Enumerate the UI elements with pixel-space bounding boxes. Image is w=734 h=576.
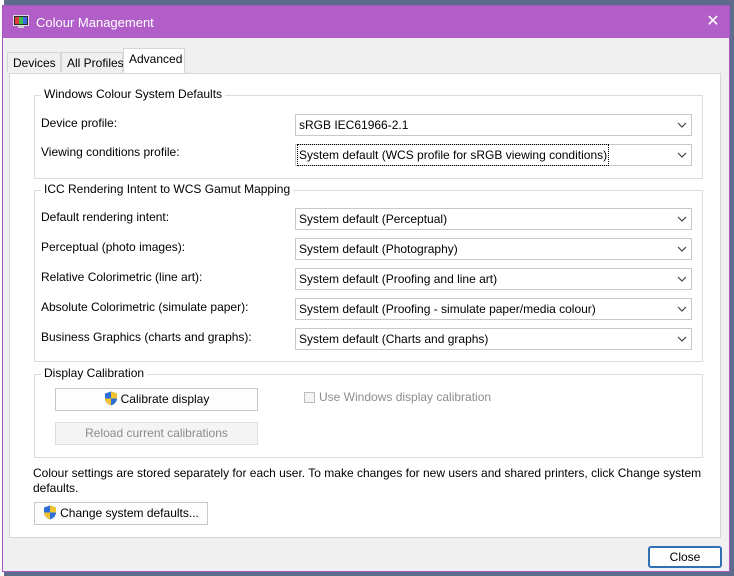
calibrate-display-label: Calibrate display xyxy=(120,392,210,406)
checkbox-box[interactable] xyxy=(304,392,315,403)
viewing-conditions-dropdown[interactable]: System default (WCS profile for sRGB vie… xyxy=(295,144,692,166)
colour-management-dialog: Colour Management ✕ Devices All Profiles… xyxy=(2,5,730,572)
window-title: Colour Management xyxy=(36,15,154,30)
chevron-down-icon xyxy=(677,216,687,222)
use-windows-calibration-checkbox[interactable]: Use Windows display calibration xyxy=(304,390,491,404)
advanced-tab-panel: Windows Colour System Defaults Device pr… xyxy=(9,73,721,538)
device-profile-label: Device profile: xyxy=(41,116,118,130)
close-icon[interactable]: ✕ xyxy=(703,12,723,32)
perceptual-value: System default (Photography) xyxy=(299,242,458,256)
change-system-defaults-label: Change system defaults... xyxy=(60,506,199,520)
chevron-down-icon xyxy=(677,246,687,252)
default-rendering-intent-dropdown[interactable]: System default (Perceptual) xyxy=(295,208,692,230)
title-bar[interactable]: Colour Management ✕ xyxy=(3,6,729,38)
chevron-down-icon xyxy=(677,276,687,282)
relative-colorimetric-label: Relative Colorimetric (line art): xyxy=(41,270,203,284)
chevron-down-icon xyxy=(677,336,687,342)
dialog-client-area: Devices All Profiles Advanced Windows Co… xyxy=(3,38,729,571)
tab-devices[interactable]: Devices xyxy=(7,52,61,72)
wcs-defaults-title: Windows Colour System Defaults xyxy=(41,87,226,101)
perceptual-dropdown[interactable]: System default (Photography) xyxy=(295,238,692,260)
viewing-conditions-label: Viewing conditions profile: xyxy=(41,145,180,159)
default-rendering-intent-value: System default (Perceptual) xyxy=(299,212,448,226)
wcs-defaults-group: Windows Colour System Defaults xyxy=(34,87,703,179)
business-graphics-dropdown[interactable]: System default (Charts and graphs) xyxy=(295,328,692,350)
business-graphics-value: System default (Charts and graphs) xyxy=(299,332,489,346)
absolute-colorimetric-dropdown[interactable]: System default (Proofing - simulate pape… xyxy=(295,298,692,320)
chevron-down-icon xyxy=(677,306,687,312)
absolute-colorimetric-value: System default (Proofing - simulate pape… xyxy=(299,302,596,316)
chevron-down-icon xyxy=(677,122,687,128)
change-system-defaults-button[interactable]: Change system defaults... xyxy=(34,502,208,525)
perceptual-label: Perceptual (photo images): xyxy=(41,240,186,254)
display-calibration-group: Display Calibration xyxy=(34,366,703,458)
business-graphics-label: Business Graphics (charts and graphs): xyxy=(41,330,252,344)
monitor-color-icon xyxy=(13,15,29,29)
info-text: Colour settings are stored separately fo… xyxy=(33,466,702,495)
relative-colorimetric-value: System default (Proofing and line art) xyxy=(299,272,498,286)
tab-advanced[interactable]: Advanced xyxy=(123,48,185,73)
reload-calibrations-button[interactable]: Reload current calibrations xyxy=(55,422,258,445)
uac-shield-icon xyxy=(104,391,117,406)
uac-shield-icon xyxy=(44,505,57,520)
chevron-down-icon xyxy=(677,152,687,158)
device-profile-value: sRGB IEC61966-2.1 xyxy=(299,118,409,132)
default-rendering-intent-label: Default rendering intent: xyxy=(41,210,170,224)
calibrate-display-button[interactable]: Calibrate display xyxy=(55,388,258,411)
absolute-colorimetric-label: Absolute Colorimetric (simulate paper): xyxy=(41,300,249,314)
viewing-conditions-value: System default (WCS profile for sRGB vie… xyxy=(296,144,610,166)
device-profile-dropdown[interactable]: sRGB IEC61966-2.1 xyxy=(295,114,692,136)
relative-colorimetric-dropdown[interactable]: System default (Proofing and line art) xyxy=(295,268,692,290)
display-calibration-title: Display Calibration xyxy=(41,366,148,380)
close-button[interactable]: Close xyxy=(648,546,722,568)
use-windows-calibration-label: Use Windows display calibration xyxy=(319,390,492,404)
tab-all-profiles[interactable]: All Profiles xyxy=(61,52,124,72)
icc-mapping-title: ICC Rendering Intent to WCS Gamut Mappin… xyxy=(41,182,294,196)
